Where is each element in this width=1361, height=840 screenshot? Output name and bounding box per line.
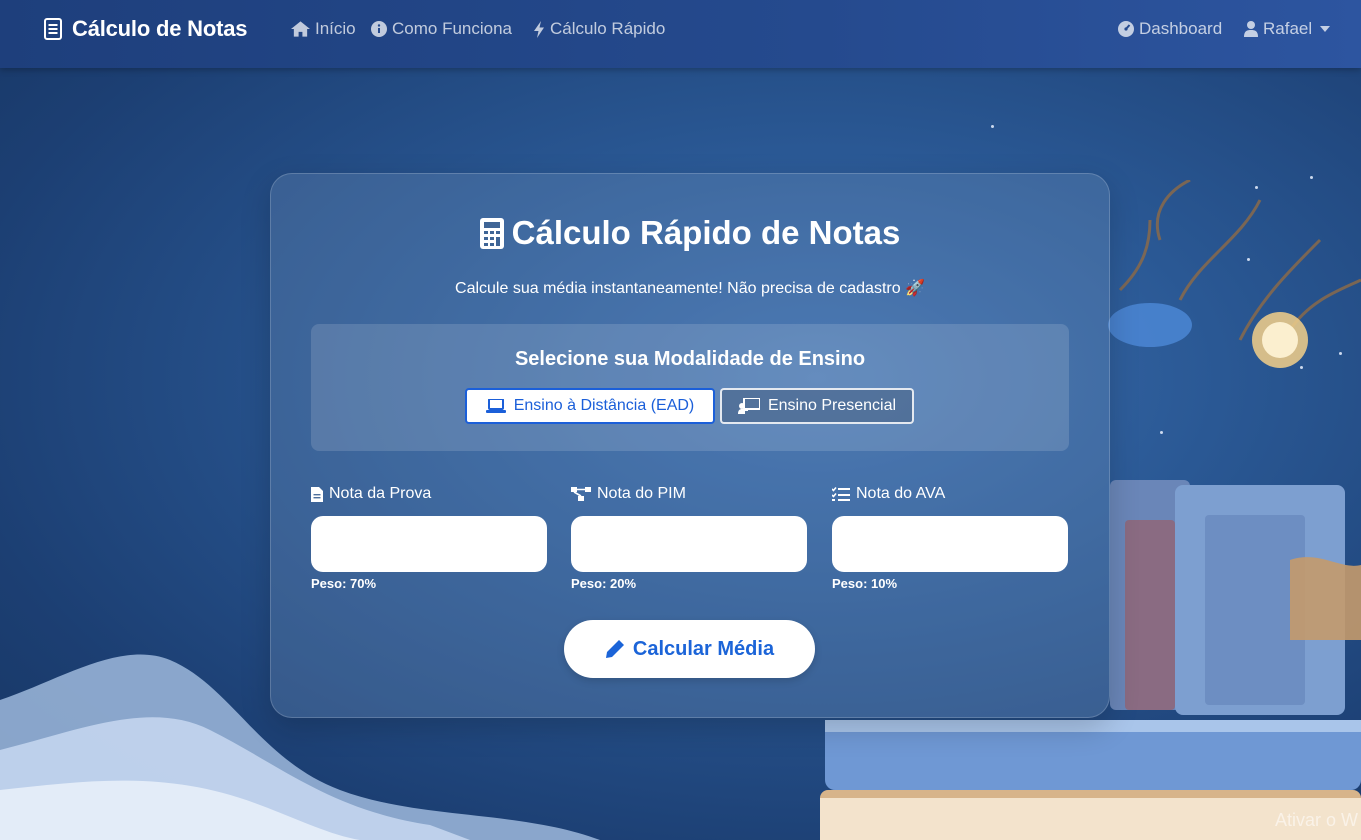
field-label-text: Nota do AVA: [856, 485, 946, 502]
brand[interactable]: Cálculo de Notas: [44, 16, 247, 42]
dashboard-icon: [1118, 21, 1134, 37]
field-label-text: Nota da Prova: [329, 485, 432, 502]
star-decoration: [991, 125, 994, 128]
weight-prova: Peso: 70%: [311, 576, 377, 591]
navbar: Cálculo de Notas Início Como Funciona Cá…: [0, 0, 1361, 68]
user-menu[interactable]: Rafael: [1244, 19, 1331, 39]
laptop-icon: [485, 399, 506, 413]
user-icon: [1244, 21, 1258, 37]
quick-calc-card: Cálculo Rápido de Notas Calcule sua médi…: [270, 173, 1110, 718]
nav-link-inicio[interactable]: Início: [291, 19, 356, 39]
info-icon: [371, 21, 387, 37]
activation-watermark: Ativar o W: [1275, 810, 1359, 830]
nav-link-label: Cálculo Rápido: [550, 19, 666, 38]
field-label-text: Nota do PIM: [597, 485, 686, 502]
nav-link-dashboard[interactable]: Dashboard: [1118, 19, 1222, 39]
field-label-prova: Nota da Prova: [311, 485, 431, 503]
nav-link-como-funciona[interactable]: Como Funciona: [371, 19, 512, 39]
star-decoration: [1160, 431, 1163, 434]
nota-ava-input[interactable]: [832, 516, 1068, 572]
user-name: Rafael: [1263, 19, 1313, 38]
nav-link-label: Início: [315, 19, 356, 38]
document-icon: [44, 18, 62, 40]
bolt-icon: [534, 20, 544, 38]
mode-title: Selecione sua Modalidade de Ensino: [514, 348, 866, 370]
weight-pim: Peso: 20%: [571, 576, 637, 591]
star-decoration: [1255, 186, 1258, 189]
file-icon: [311, 486, 323, 502]
star-decoration: [1310, 176, 1313, 179]
calculator-icon: [479, 217, 504, 249]
project-diagram-icon: [571, 487, 591, 501]
nota-pim-input[interactable]: [571, 516, 807, 572]
caret-down-icon: [1320, 26, 1331, 32]
mode-ead-label: Ensino à Distância (EAD): [513, 397, 695, 414]
star-decoration: [1247, 258, 1250, 261]
star-decoration: [1300, 366, 1303, 369]
field-label-ava: Nota do AVA: [832, 485, 945, 503]
nav-link-label: Dashboard: [1139, 19, 1223, 38]
weight-ava: Peso: 10%: [832, 576, 898, 591]
nota-prova-input[interactable]: [311, 516, 547, 572]
home-icon: [291, 21, 310, 37]
chalkboard-teacher-icon: [737, 398, 760, 414]
task-list-icon: [832, 486, 850, 501]
calcular-media-button[interactable]: Calcular Média: [564, 620, 815, 678]
mode-ead-button[interactable]: Ensino à Distância (EAD): [465, 388, 715, 424]
pencil-icon: [605, 640, 624, 658]
mode-selector: Selecione sua Modalidade de Ensino Ensin…: [311, 324, 1069, 451]
nav-link-label: Como Funciona: [392, 19, 513, 38]
card-subtitle: Calcule sua média instantaneamente! Não …: [455, 280, 925, 297]
star-decoration: [1339, 352, 1342, 355]
calcular-media-label: Calcular Média: [632, 637, 775, 660]
card-title: Cálculo Rápido de Notas: [271, 214, 1109, 252]
brand-title: Cálculo de Notas: [72, 16, 248, 41]
field-label-pim: Nota do PIM: [571, 485, 686, 503]
card-title-text: Cálculo Rápido de Notas: [511, 214, 901, 251]
nav-link-calculo-rapido[interactable]: Cálculo Rápido: [533, 19, 665, 39]
mode-presencial-label: Ensino Presencial: [767, 397, 897, 414]
mode-presencial-button[interactable]: Ensino Presencial: [720, 388, 914, 424]
